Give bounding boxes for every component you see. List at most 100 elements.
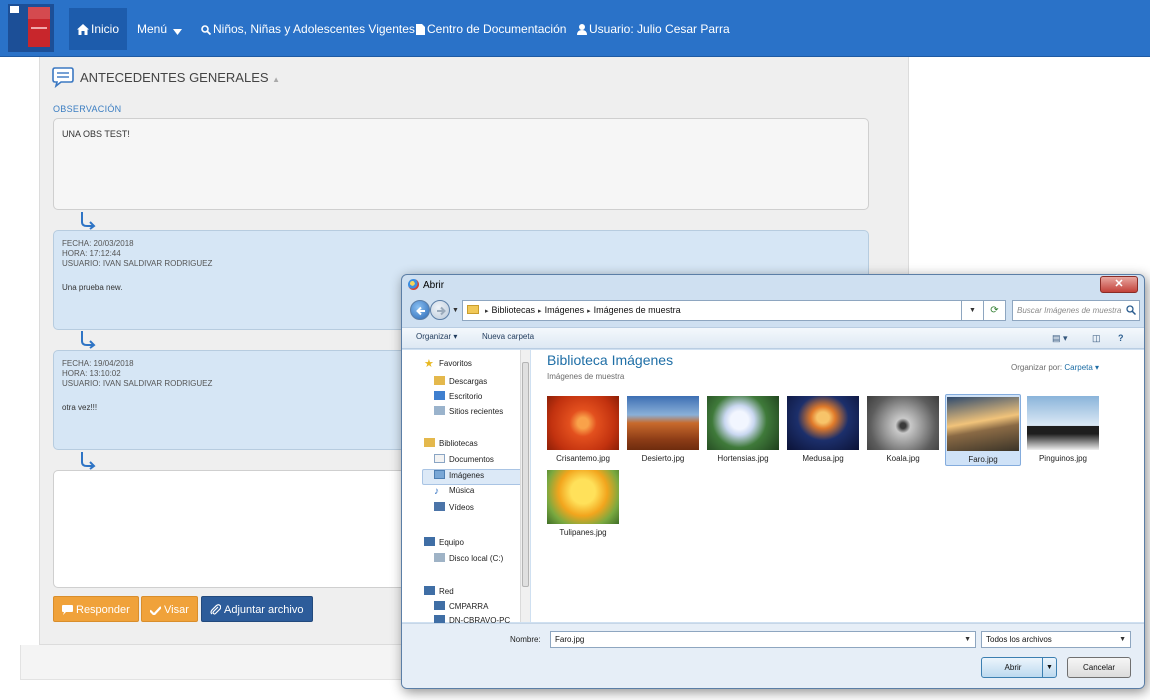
file-list-area: Biblioteca Imágenes Imágenes de muestra … — [531, 350, 1144, 622]
file-thumbnail-pinguinos[interactable]: Pinguinos.jpg — [1027, 396, 1099, 463]
visar-button[interactable]: Visar — [141, 596, 198, 622]
history-dropdown-icon[interactable]: ▼ — [452, 307, 459, 314]
file-name: Hortensias.jpg — [717, 454, 769, 463]
nav-disco[interactable]: Disco local (C:) — [434, 553, 503, 563]
gov-logo[interactable] — [8, 4, 54, 52]
comment-icon — [52, 67, 74, 88]
file-thumbnail-koala[interactable]: Koala.jpg — [867, 396, 939, 463]
filename-label: Nombre: — [510, 635, 541, 644]
observacion-box: UNA OBS TEST! — [53, 118, 869, 210]
nav-favoritos-label: Favoritos — [439, 359, 472, 368]
nav-documentos[interactable]: Documentos — [434, 454, 494, 464]
search-input[interactable]: Buscar Imágenes de muestra — [1012, 300, 1140, 321]
koala-image — [867, 396, 939, 450]
responder-label: Responder — [76, 604, 130, 616]
search-icon — [201, 25, 212, 36]
caret-down-icon — [173, 29, 183, 35]
downloads-icon — [434, 376, 445, 385]
collapse-arrow-icon[interactable]: ▲ — [272, 75, 280, 84]
file-thumbnail-tulipanes[interactable]: Tulipanes.jpg — [547, 470, 619, 537]
forward-button[interactable] — [430, 300, 450, 320]
section-title-text: ANTECEDENTES GENERALES — [80, 70, 269, 85]
filename-input[interactable]: Faro.jpg ▼ — [550, 631, 976, 648]
file-thumbnail-hortensias[interactable]: Hortensias.jpg — [707, 396, 779, 463]
pictures-icon — [434, 470, 445, 479]
address-dropdown-icon[interactable]: ▼ — [962, 300, 984, 321]
observacion-text: UNA OBS TEST! — [62, 129, 130, 139]
nav-escritorio[interactable]: Escritorio — [434, 391, 482, 401]
reply-arrow-icon — [81, 452, 96, 470]
nav-ninos[interactable]: Niños, Niñas y Adolescentes Vigentes — [201, 19, 415, 39]
breadcrumb-bibliotecas[interactable]: Bibliotecas — [492, 305, 536, 315]
refresh-icon[interactable]: ⟳ — [984, 300, 1006, 321]
cancel-button[interactable]: Cancelar — [1067, 657, 1131, 678]
scrollbar-thumb[interactable] — [522, 362, 529, 587]
navigation-pane: ★ Favoritos Descargas Escritorio Sitios r… — [402, 350, 530, 625]
home-icon — [77, 24, 89, 35]
file-thumbnail-crisantemo[interactable]: Crisantemo.jpg — [547, 396, 619, 463]
dialog-toolbar: Organizar ▾ Nueva carpeta ▤ ▾ ◫ ? — [402, 327, 1144, 349]
file-icon — [416, 24, 425, 35]
organize-by[interactable]: Organizar por: Carpeta ▾ — [1011, 363, 1099, 372]
entry-usuario: USUARIO: IVAN SALDIVAR RODRIGUEZ — [62, 259, 213, 268]
nav-videos[interactable]: Vídeos — [434, 502, 474, 512]
top-navbar: Inicio Menú Niños, Niñas y Adolescentes … — [0, 0, 1150, 57]
nav-menu-label: Menú — [137, 22, 168, 36]
open-button[interactable]: Abrir ▼ — [981, 657, 1057, 678]
open-dropdown-icon[interactable]: ▼ — [1042, 658, 1056, 677]
nav-red[interactable]: Red — [424, 586, 454, 596]
entry-fecha: FECHA: 20/03/2018 — [62, 239, 134, 248]
help-icon[interactable]: ? — [1118, 333, 1124, 343]
file-thumbnail-medusa[interactable]: Medusa.jpg — [787, 396, 859, 463]
arrow-right-icon — [437, 306, 446, 316]
nav-descargas[interactable]: Descargas — [434, 376, 487, 386]
check-icon — [149, 606, 162, 617]
disk-icon — [434, 553, 445, 562]
search-icon — [1126, 305, 1136, 315]
nav-musica[interactable]: ♪ Música — [434, 486, 474, 497]
organize-by-value[interactable]: Carpeta ▾ — [1064, 363, 1099, 372]
nav-bibliotecas[interactable]: Bibliotecas — [424, 438, 478, 448]
nav-cmparra[interactable]: CMPARRA — [434, 601, 488, 611]
close-icon[interactable]: ✕ — [1100, 276, 1138, 293]
jellyfish-image — [787, 396, 859, 450]
nav-equipo[interactable]: Equipo — [424, 537, 464, 547]
dialog-bottom: Nombre: Faro.jpg ▼ Todos los archivos ▼ … — [402, 623, 1144, 688]
nav-usuario[interactable]: Usuario: Julio Cesar Parra — [577, 19, 730, 39]
nav-imagenes[interactable]: Imágenes — [434, 470, 484, 480]
file-thumbnail-faro[interactable]: Faro.jpg — [945, 394, 1021, 466]
filetype-select[interactable]: Todos los archivos ▼ — [981, 631, 1131, 648]
nav-red-label: Red — [439, 587, 454, 596]
file-thumbnail-desierto[interactable]: Desierto.jpg — [627, 396, 699, 463]
back-button[interactable] — [410, 300, 430, 320]
nav-menu[interactable]: Menú — [137, 19, 184, 39]
address-bar[interactable]: ▸ Bibliotecas ▸ Imágenes ▸ Imágenes de muestr… — [462, 300, 962, 321]
adjuntar-button[interactable]: Adjuntar archivo — [201, 596, 313, 622]
breadcrumb-imagenes[interactable]: Imágenes — [545, 305, 585, 315]
tulips-image — [547, 470, 619, 524]
nav-documentacion[interactable]: Centro de Documentación — [416, 19, 566, 39]
file-name: Medusa.jpg — [802, 454, 844, 463]
file-name: Tulipanes.jpg — [559, 528, 607, 537]
nav-favoritos[interactable]: ★ Favoritos — [424, 359, 472, 370]
address-row: ▼ ▸ Bibliotecas ▸ Imágenes ▸ Imágenes de mues… — [408, 299, 1140, 323]
file-name: Desierto.jpg — [641, 454, 685, 463]
music-icon: ♪ — [434, 486, 439, 497]
nav-inicio[interactable]: Inicio — [69, 8, 128, 50]
nav-pane-scrollbar[interactable] — [520, 350, 530, 622]
breadcrumb-muestra[interactable]: Imágenes de muestra — [594, 305, 681, 315]
nav-documentos-label: Documentos — [449, 455, 494, 464]
nav-imagenes-label: Imágenes — [449, 471, 485, 480]
nav-escritorio-label: Escritorio — [449, 392, 483, 401]
organizar-button[interactable]: Organizar ▾ — [416, 332, 457, 341]
responder-button[interactable]: Responder — [53, 596, 139, 622]
file-name: Faro.jpg — [968, 455, 998, 464]
preview-pane-icon[interactable]: ◫ — [1092, 333, 1101, 344]
arrow-left-icon — [416, 306, 425, 316]
view-mode-icon[interactable]: ▤ ▾ — [1052, 333, 1068, 344]
nav-recientes[interactable]: Sitios recientes — [434, 406, 503, 416]
section-title[interactable]: ANTECEDENTES GENERALES ▲ — [80, 66, 280, 90]
cancel-label: Cancelar — [1082, 663, 1115, 672]
chevron-down-icon[interactable]: ▼ — [964, 632, 971, 647]
nueva-carpeta-button[interactable]: Nueva carpeta — [482, 332, 534, 341]
